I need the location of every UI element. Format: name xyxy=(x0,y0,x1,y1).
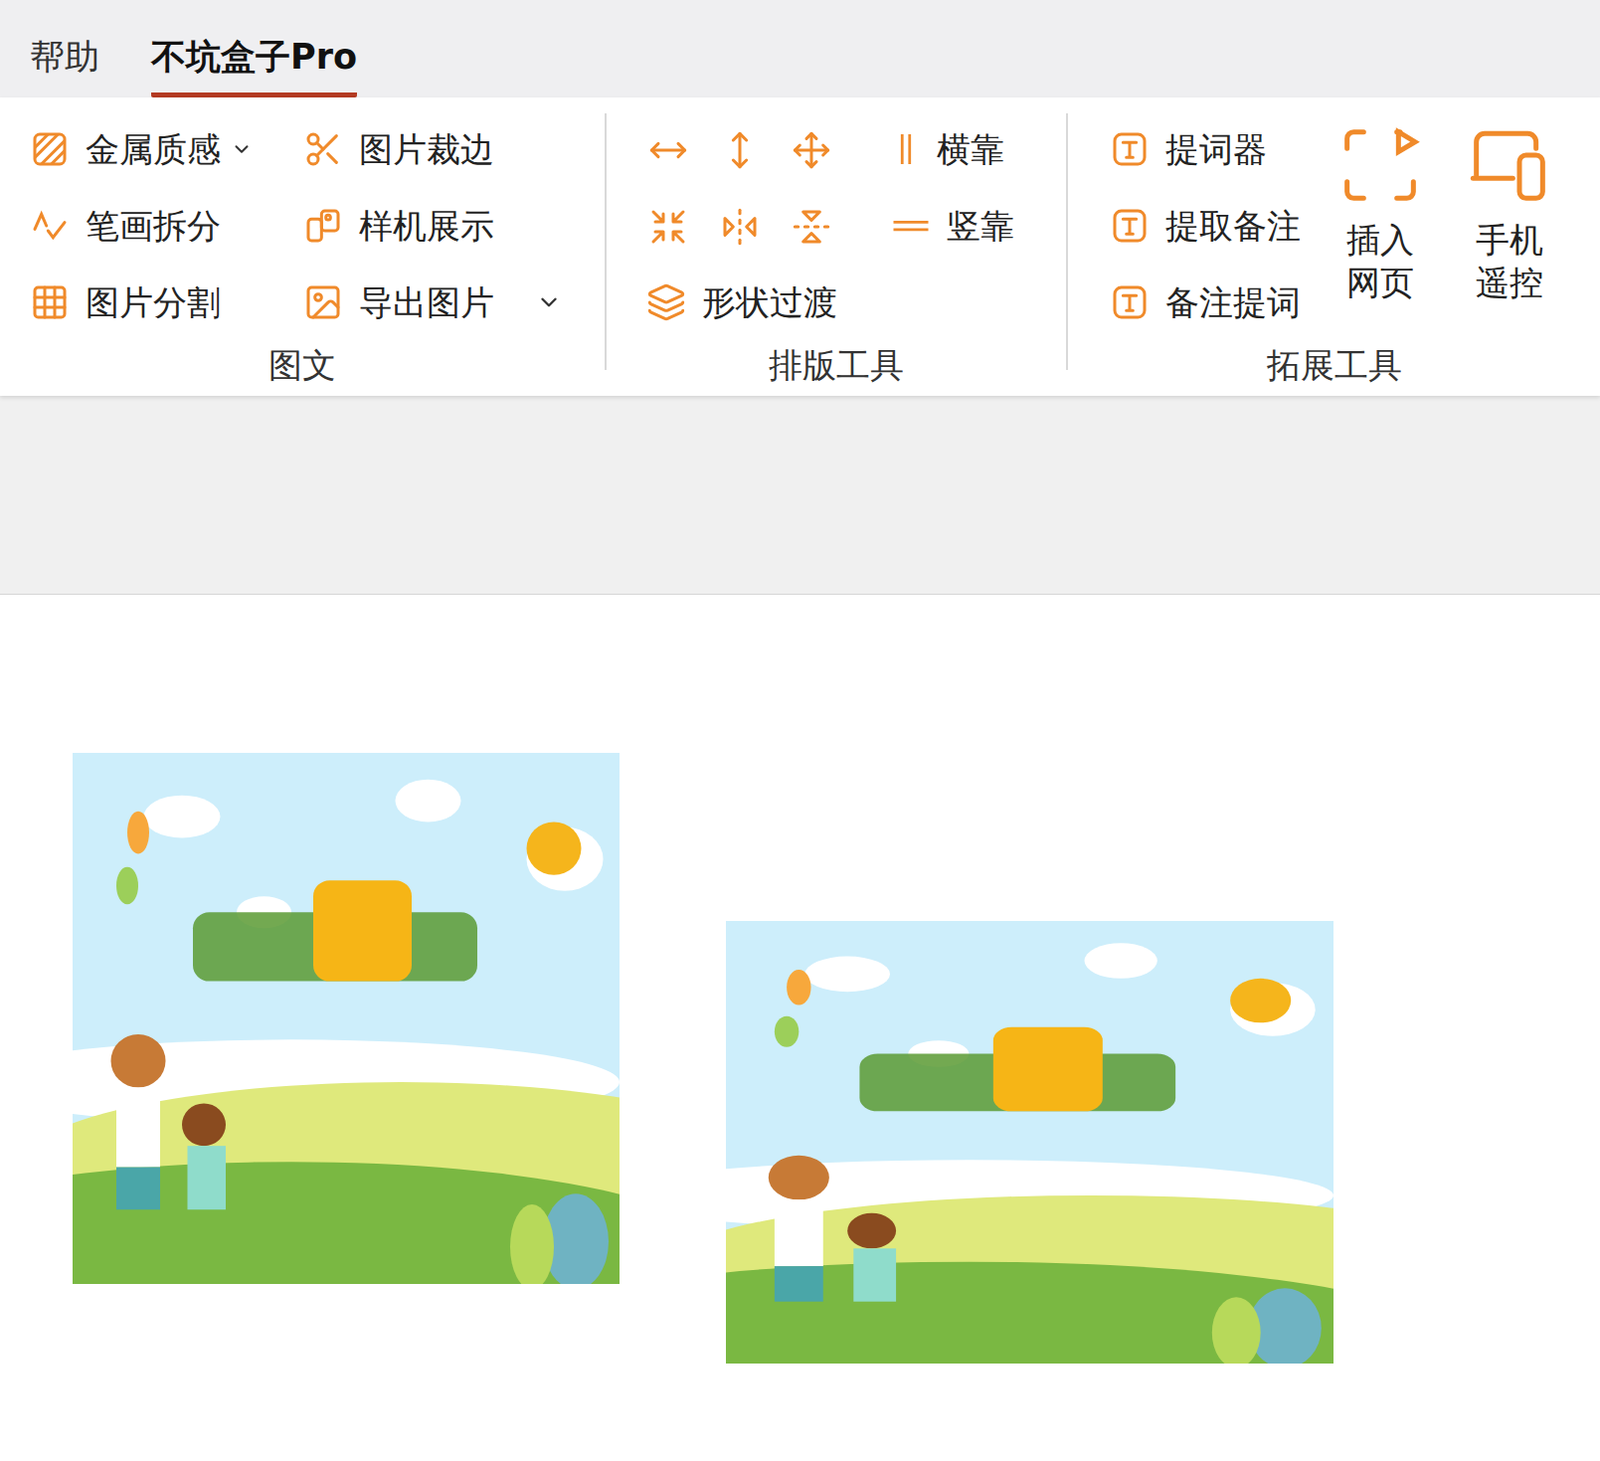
same-width-icon xyxy=(648,130,689,171)
same-size-icon xyxy=(791,130,832,171)
dropdown-arrow-icon xyxy=(230,138,253,161)
group-separator xyxy=(1066,113,1068,370)
slide-canvas xyxy=(0,594,1600,1461)
ribbon-button[interactable]: 提取备注 xyxy=(1109,205,1301,247)
ribbon-button[interactable]: 备注提词 xyxy=(1109,282,1301,324)
cover-picture xyxy=(72,752,620,1284)
large-ribbon-button[interactable]: 手机遥控 xyxy=(1459,111,1560,346)
crop-edge-icon xyxy=(303,129,344,170)
ribbon-button[interactable]: 竖靠 xyxy=(890,205,1015,247)
mockup-icon xyxy=(303,205,344,246)
dropdown-arrow-icon xyxy=(535,289,562,316)
ribbon-button[interactable]: 横靠 xyxy=(890,129,1015,171)
workspace-band xyxy=(0,395,1600,595)
ribbon-button[interactable]: 笔画拆分 xyxy=(29,205,304,247)
ribbon-button[interactable]: 图片分割 xyxy=(29,282,304,324)
ribbon-button[interactable]: 图片裁边 xyxy=(303,129,562,171)
horizontal-align-icon xyxy=(890,129,921,170)
export-image-icon xyxy=(303,282,344,323)
ribbon-group: 提词器提取备注备注提词插入网页手机遥控拓展工具 xyxy=(1067,97,1600,396)
slide-picture[interactable] xyxy=(725,920,1334,1364)
text-box-icon xyxy=(1109,129,1150,170)
metal-texture-icon xyxy=(29,129,70,170)
ribbon-button[interactable]: 导出图片 xyxy=(303,282,562,324)
ribbon-button[interactable]: 形状过渡 xyxy=(646,282,1015,324)
flip-vertical-icon xyxy=(791,206,832,247)
ribbon-button[interactable]: 提词器 xyxy=(1109,129,1301,171)
text-box-icon xyxy=(1109,282,1150,323)
stroke-split-icon xyxy=(29,205,70,246)
ribbon-group: 金属质感图片裁边笔画拆分样机展示图片分割导出图片图文 xyxy=(0,97,605,396)
layout-icon-button[interactable] xyxy=(646,128,691,173)
slide-picture[interactable] xyxy=(72,752,620,1284)
layout-icon-button[interactable] xyxy=(789,128,834,173)
flip-horizontal-icon xyxy=(719,206,760,247)
group-label: 拓展工具 xyxy=(1067,345,1600,396)
layout-icon-button[interactable] xyxy=(717,204,762,249)
vertical-align-icon xyxy=(890,210,931,241)
group-label: 排版工具 xyxy=(606,345,1067,396)
phone-remote-icon xyxy=(1469,125,1550,205)
image-split-icon xyxy=(29,282,70,323)
ribbon-group: 横靠竖靠形状过渡排版工具 xyxy=(606,97,1067,396)
layout-icon-button[interactable] xyxy=(646,204,691,249)
app-window: 帮助不坑盒子Pro金属质感图片裁边笔画拆分样机展示图片分割导出图片图文横靠竖靠形… xyxy=(0,0,1600,1461)
group-label: 图文 xyxy=(0,345,605,396)
ribbon-button[interactable]: 金属质感 xyxy=(29,129,304,171)
shape-transition-icon xyxy=(646,282,687,323)
shrink-icon xyxy=(648,206,689,247)
insert-webpage-icon xyxy=(1340,125,1421,205)
ribbon-tab[interactable]: 不坑盒子Pro xyxy=(151,33,357,98)
cover-picture xyxy=(725,920,1334,1364)
layout-icon-button[interactable] xyxy=(717,128,762,173)
group-separator xyxy=(604,113,607,370)
layout-icon-button[interactable] xyxy=(789,204,834,249)
ribbon: 金属质感图片裁边笔画拆分样机展示图片分割导出图片图文横靠竖靠形状过渡排版工具提词… xyxy=(0,97,1600,396)
tab-bar: 帮助不坑盒子Pro xyxy=(0,0,1600,98)
text-box-icon xyxy=(1109,205,1150,246)
ribbon-tab[interactable]: 帮助 xyxy=(29,33,100,98)
ribbon-button[interactable]: 样机展示 xyxy=(303,205,562,247)
same-height-icon xyxy=(719,130,760,171)
large-ribbon-button[interactable]: 插入网页 xyxy=(1330,111,1430,346)
